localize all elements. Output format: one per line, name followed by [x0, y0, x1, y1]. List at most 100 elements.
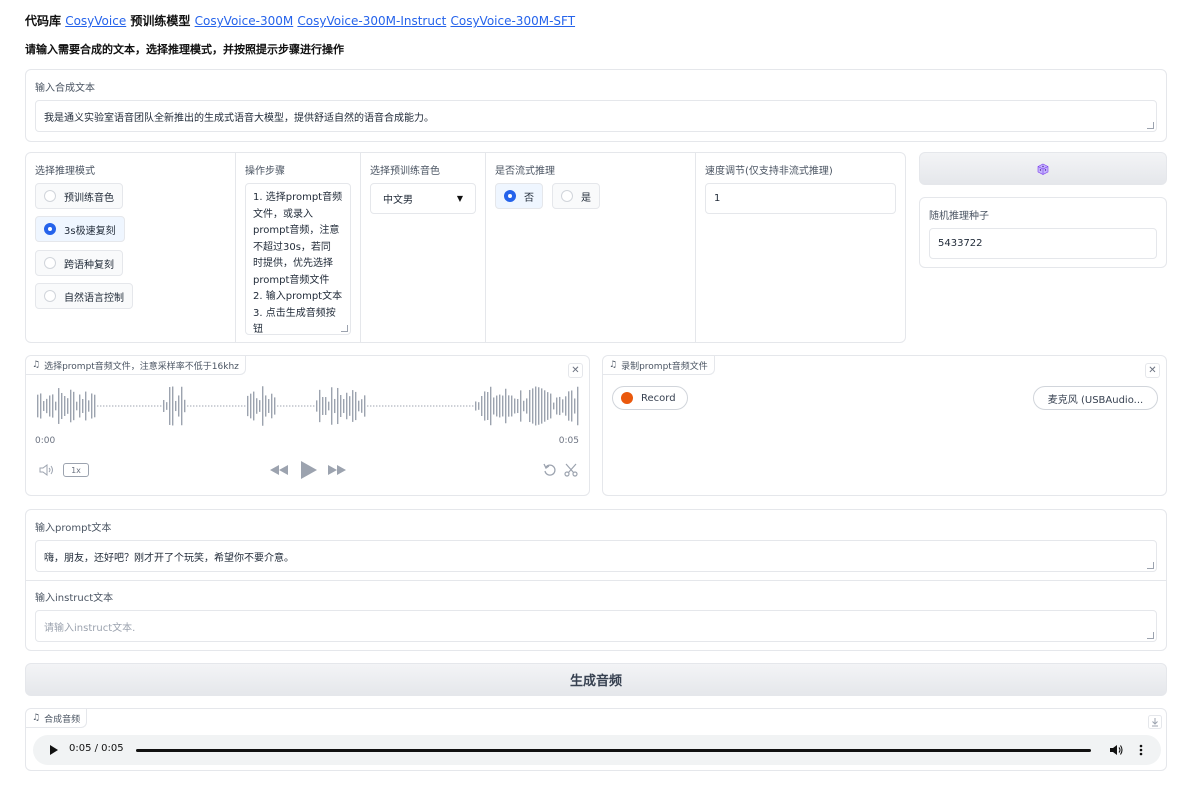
- radio-icon: [44, 290, 56, 302]
- steps-column: 操作步骤 1. 选择prompt音频 文件，或录入 prompt音频，注意 不超…: [236, 153, 361, 342]
- waveform-bar: [547, 392, 549, 420]
- waveform-bar: [532, 388, 534, 424]
- progress-bar[interactable]: [136, 749, 1091, 752]
- seed-input[interactable]: 5433722: [929, 228, 1157, 259]
- page-subtitle: 请输入需要合成的文本，选择推理模式，并按照提示步骤进行操作: [25, 43, 344, 56]
- steps-line: prompt音频，注意: [253, 225, 340, 236]
- undo-icon[interactable]: [543, 463, 557, 477]
- waveform-bar: [244, 405, 246, 407]
- resize-handle[interactable]: [341, 325, 348, 332]
- mode-option-3s-clone[interactable]: 3s极速复刻: [35, 216, 125, 242]
- waveform-bar: [451, 405, 453, 407]
- waveform-bar: [436, 405, 438, 407]
- rewind-icon[interactable]: [269, 464, 289, 476]
- waveform-bar: [139, 405, 141, 407]
- waveform-bar: [337, 387, 339, 425]
- close-icon[interactable]: ✕: [1145, 363, 1160, 378]
- resize-handle[interactable]: [1147, 632, 1154, 639]
- waveform-bar: [550, 393, 552, 419]
- link-cosyvoice-300m-instruct[interactable]: CosyVoice-300M-Instruct: [297, 14, 446, 28]
- waveform-bar: [133, 405, 135, 407]
- waveform-bar: [316, 400, 318, 412]
- mode-option-pretrained[interactable]: 预训练音色: [35, 183, 123, 209]
- more-options-icon[interactable]: [1139, 744, 1143, 756]
- waveform-bar: [385, 405, 387, 407]
- waveform-bar: [523, 400, 525, 412]
- play-icon[interactable]: [49, 745, 59, 755]
- record-audio-label: 录制prompt音频文件: [621, 361, 708, 372]
- fast-forward-icon[interactable]: [327, 464, 347, 476]
- waveform-bar: [181, 386, 183, 426]
- waveform-bar: [541, 388, 543, 424]
- steps-textarea[interactable]: 1. 选择prompt音频 文件，或录入 prompt音频，注意 不超过30s，…: [245, 183, 351, 335]
- volume-icon[interactable]: [1109, 744, 1123, 756]
- steps-line: 时提供，优先选择: [253, 258, 333, 269]
- waveform-bar: [406, 405, 408, 407]
- resize-handle[interactable]: [1147, 562, 1154, 569]
- waveform-bar: [79, 394, 81, 418]
- waveform-bar: [325, 397, 327, 415]
- mode-option-cross-lingual[interactable]: 跨语种复刻: [35, 250, 123, 276]
- waveform-bar: [49, 395, 51, 417]
- speed-input[interactable]: 1: [705, 183, 896, 214]
- instruct-placeholder: 请输入instruct文本.: [44, 623, 136, 634]
- link-cosyvoice-300m[interactable]: CosyVoice-300M: [195, 14, 294, 28]
- chevron-down-icon: ▼: [456, 194, 463, 203]
- waveform-bar: [505, 388, 507, 424]
- playback-rate-button[interactable]: 1x: [63, 463, 89, 477]
- waveform-bar: [292, 405, 294, 407]
- waveform-bar: [61, 392, 63, 420]
- waveform[interactable]: [35, 384, 580, 428]
- instruct-text-input[interactable]: 请输入instruct文本.: [35, 610, 1157, 642]
- mode-option-instruct[interactable]: 自然语言控制: [35, 283, 133, 309]
- speed-value: 1: [714, 193, 721, 204]
- radio-selected-icon: [44, 223, 56, 235]
- waveform-bar: [211, 405, 213, 407]
- prompt-text-label: 输入prompt文本: [35, 523, 112, 534]
- microphone-select[interactable]: 麦克风 (USBAudio...: [1033, 386, 1158, 410]
- stream-option-yes[interactable]: 是: [552, 183, 600, 209]
- waveform-bar: [85, 391, 87, 421]
- waveform-bar: [409, 405, 411, 407]
- volume-icon[interactable]: [39, 464, 55, 476]
- dice-button[interactable]: [919, 152, 1167, 185]
- record-button[interactable]: Record: [612, 386, 688, 410]
- waveform-bar: [55, 401, 57, 411]
- mode-option-label: 3s极速复刻: [64, 225, 116, 237]
- download-icon[interactable]: [1148, 715, 1162, 729]
- waveform-bar: [367, 405, 369, 407]
- voice-selected-value: 中文男: [383, 195, 413, 206]
- waveform-bar: [169, 387, 171, 425]
- play-icon[interactable]: [300, 460, 318, 480]
- waveform-bar: [574, 398, 576, 414]
- tts-text-label: 输入合成文本: [35, 83, 95, 94]
- voice-select[interactable]: 中文男 ▼: [370, 183, 476, 214]
- link-cosyvoice-300m-sft[interactable]: CosyVoice-300M-SFT: [450, 14, 575, 28]
- close-icon[interactable]: ✕: [568, 363, 583, 378]
- scissors-icon[interactable]: [564, 463, 578, 477]
- waveform-bar: [232, 405, 234, 407]
- resize-handle[interactable]: [1147, 122, 1154, 129]
- waveform-bar: [562, 399, 564, 413]
- record-audio-block: ♫ 录制prompt音频文件 ✕ Record 麦克风 (USBAudio...: [602, 355, 1167, 496]
- waveform-bar: [283, 405, 285, 407]
- waveform-bar: [412, 405, 414, 407]
- steps-label: 操作步骤: [245, 166, 285, 177]
- waveform-bar: [196, 405, 198, 407]
- waveform-bar: [268, 399, 270, 413]
- radio-selected-icon: [504, 190, 516, 202]
- tts-text-input[interactable]: 我是通义实验室语音团队全新推出的生成式语音大模型，提供舒适自然的语音合成能力。: [35, 100, 1157, 132]
- waveform-bar: [508, 395, 510, 417]
- speed-column: 速度调节(仅支持非流式推理) 1: [696, 153, 906, 342]
- radio-icon: [44, 190, 56, 202]
- audio-player[interactable]: 0:05 / 0:05: [33, 735, 1161, 765]
- stream-option-no[interactable]: 否: [495, 183, 543, 209]
- steps-line: 1. 选择prompt音频: [253, 192, 343, 203]
- link-cosyvoice[interactable]: CosyVoice: [65, 14, 126, 28]
- mode-option-label: 预训练音色: [64, 192, 114, 204]
- waveform-bar: [370, 405, 372, 407]
- mode-column: 选择推理模式 预训练音色 3s极速复刻 跨语种复刻 自然语言控制: [26, 153, 236, 342]
- seed-value: 5433722: [938, 238, 983, 249]
- generate-audio-button[interactable]: 生成音频: [25, 663, 1167, 696]
- prompt-text-input[interactable]: 嗨，朋友，还好吧？刚才开了个玩笑，希望你不要介意。: [35, 540, 1157, 572]
